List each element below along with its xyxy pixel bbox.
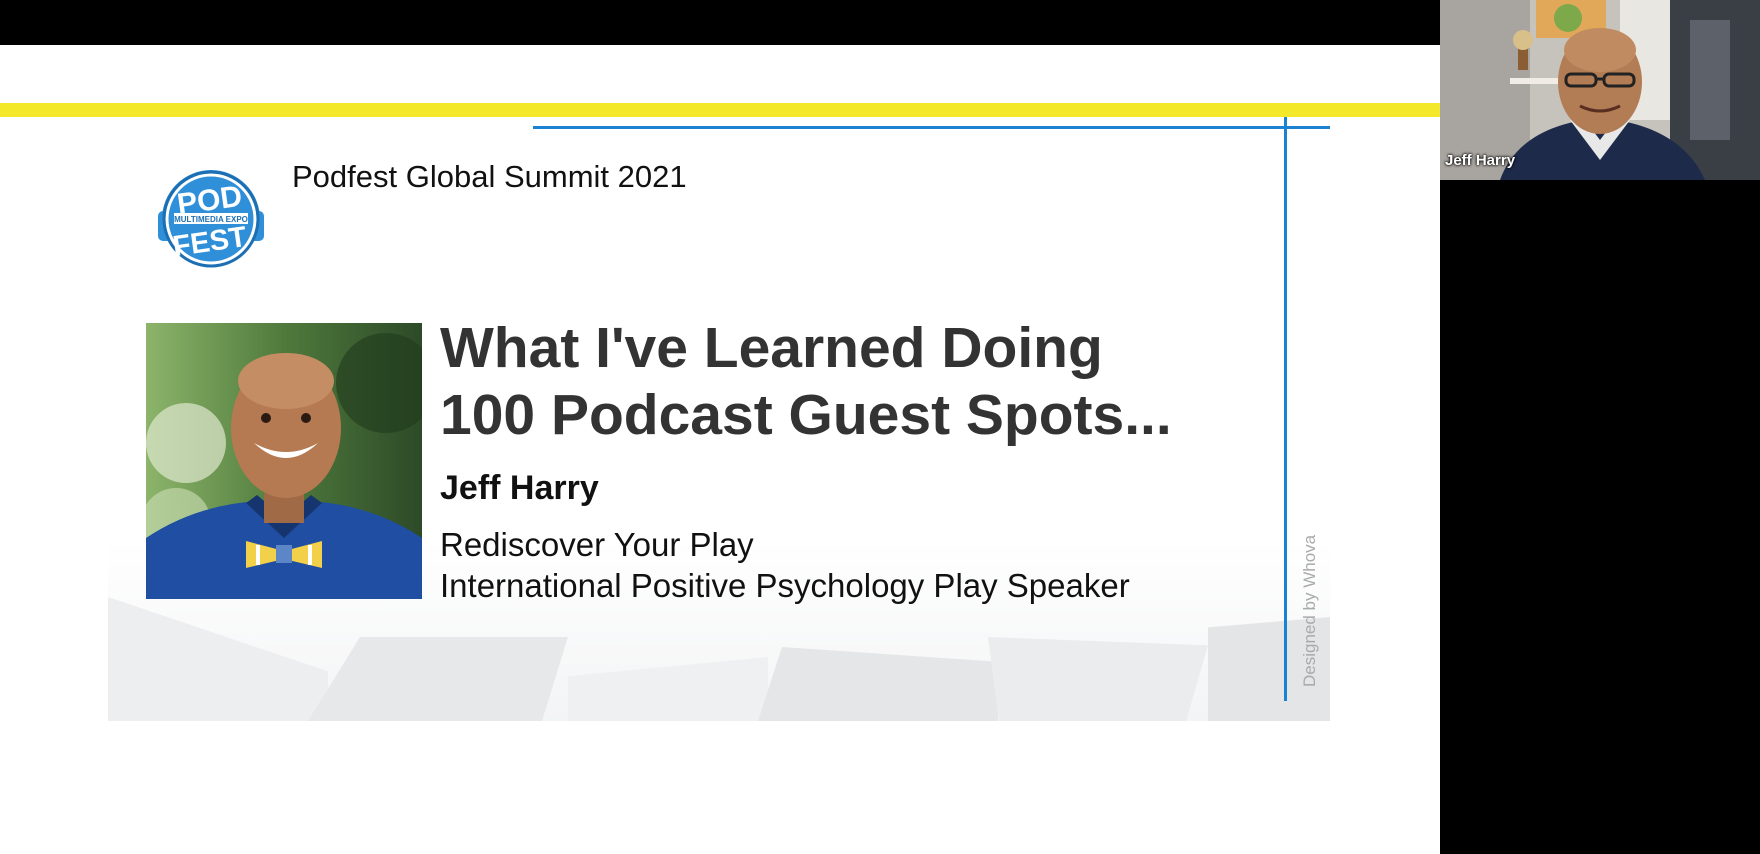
event-title: Podfest Global Summit 2021 [292,159,687,194]
decorative-shape [308,637,568,721]
screen-share-area: POD MULTIMEDIA EXPO FEST Podfest Global … [0,45,1440,854]
designer-credit: Designed by Whova [1300,534,1319,687]
talk-title: What I've Learned Doing 100 Podcast Gues… [440,315,1260,449]
decorative-shape [568,657,768,721]
blue-vertical-line [1284,117,1287,701]
speaker-photo [146,323,422,599]
decorative-shape [988,637,1208,721]
talk-title-line-2: 100 Podcast Guest Spots... [440,383,1172,447]
participant-name-label: Jeff Harry [1445,152,1516,169]
decorative-shape [108,597,328,721]
podfest-logo: POD MULTIMEDIA EXPO FEST [152,163,270,269]
talk-title-line-1: What I've Learned Doing [440,316,1103,380]
podfest-headphones-logo-icon: POD MULTIMEDIA EXPO FEST [158,170,264,268]
speaker-tagline: Rediscover Your Play [440,526,754,563]
yellow-accent-bar [0,103,1440,117]
decorative-shape [758,647,998,721]
participant-video-tile[interactable]: Jeff Harry [1440,0,1760,180]
speaker-title: International Positive Psychology Play S… [440,567,1130,604]
speaker-name: Jeff Harry [440,469,599,507]
presentation-slide: POD MULTIMEDIA EXPO FEST Podfest Global … [108,117,1330,721]
blue-horizontal-line [533,126,1330,129]
